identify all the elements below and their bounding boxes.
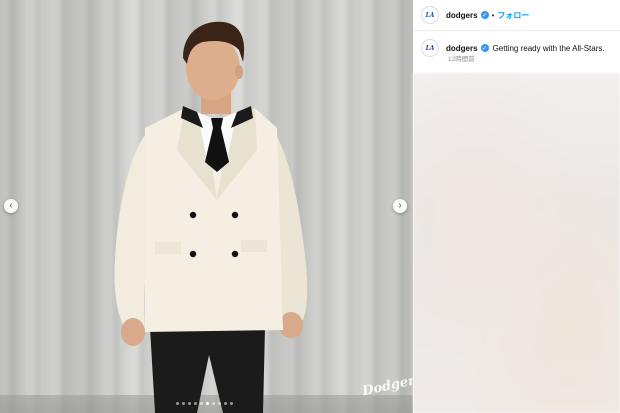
carousel-dot xyxy=(230,402,233,405)
carousel-dot xyxy=(200,402,203,405)
caption-text: Getting ready with the All-Stars. xyxy=(492,43,605,53)
post-side-panel: LA dodgers ✓ • フォロー LA dodgers ✓ Getting… xyxy=(413,0,620,413)
man-in-white-jacket xyxy=(114,21,308,413)
carousel-dot xyxy=(182,402,185,405)
separator: • xyxy=(491,10,495,20)
avatar[interactable]: LA xyxy=(421,6,439,24)
carousel-indicator xyxy=(176,402,233,405)
carousel-dot xyxy=(212,402,215,405)
verified-badge-icon: ✓ xyxy=(480,11,489,19)
verified-badge-icon: ✓ xyxy=(480,44,489,52)
blurred-comments-area xyxy=(413,73,620,413)
chevron-left-icon: ‹ xyxy=(9,200,13,211)
carousel-dot xyxy=(188,402,191,405)
caption: LA dodgers ✓ Getting ready with the All-… xyxy=(413,33,620,71)
carousel-dot xyxy=(224,402,227,405)
post-photo: ‹ › Dodgers xyxy=(0,0,413,413)
chevron-right-icon: › xyxy=(398,200,402,211)
carousel-dot xyxy=(206,402,209,405)
carousel-dot xyxy=(176,402,179,405)
dodgers-logo: LA xyxy=(425,11,435,19)
username[interactable]: dodgers xyxy=(446,11,478,20)
carousel-dot xyxy=(194,402,197,405)
caption-avatar[interactable]: LA xyxy=(421,39,439,57)
post-header: LA dodgers ✓ • フォロー xyxy=(413,0,620,31)
caption-username[interactable]: dodgers xyxy=(446,44,478,53)
dodgers-logo: LA xyxy=(425,44,435,52)
carousel-prev-button[interactable]: ‹ xyxy=(4,199,18,213)
carousel-dot xyxy=(218,402,221,405)
carousel-next-button[interactable]: › xyxy=(393,199,407,213)
follow-button[interactable]: フォロー xyxy=(497,10,529,21)
post-timestamp[interactable]: 12時間前 xyxy=(448,53,475,63)
